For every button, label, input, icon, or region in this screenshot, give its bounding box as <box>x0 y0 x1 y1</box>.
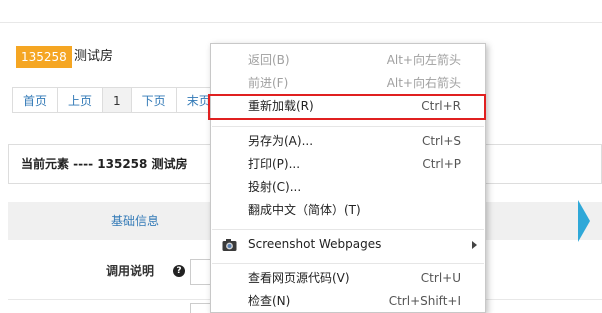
help-icon[interactable]: ? <box>173 265 185 277</box>
tab-arrow-indicator <box>578 200 590 242</box>
pager-first[interactable]: 首页 <box>12 87 59 113</box>
menu-item-cast[interactable]: 投射(C)... <box>211 176 485 199</box>
menu-item-shortcut: Ctrl+P <box>422 157 461 171</box>
menu-item-label: 另存为(A)... <box>248 134 314 148</box>
menu-item-forward[interactable]: 前进(F) Alt+向右箭头 <box>211 72 485 95</box>
pager-current[interactable]: 1 <box>102 87 132 113</box>
camera-icon <box>222 237 237 251</box>
menu-item-inspect[interactable]: 检查(N) Ctrl+Shift+I <box>211 290 485 313</box>
menu-item-screenshot-webpages[interactable]: Screenshot Webpages <box>211 233 485 256</box>
menu-item-label: 检查(N) <box>248 294 291 308</box>
menu-separator <box>212 126 484 127</box>
reload-highlight-box <box>208 94 486 120</box>
pager-next[interactable]: 下页 <box>130 87 177 113</box>
menu-item-back[interactable]: 返回(B) Alt+向左箭头 <box>211 49 485 72</box>
menu-item-translate[interactable]: 翻成中文（简体）(T) <box>211 199 485 222</box>
context-menu: 返回(B) Alt+向左箭头 前进(F) Alt+向右箭头 重新加载(R) Ct… <box>210 43 486 313</box>
menu-item-shortcut: Ctrl+Shift+I <box>388 294 461 308</box>
menu-item-shortcut: Alt+向右箭头 <box>386 76 461 90</box>
menu-item-label: Screenshot Webpages <box>248 237 382 251</box>
usage-label: 调用说明 <box>106 264 155 278</box>
menu-item-shortcut: Ctrl+S <box>421 134 461 148</box>
menu-item-label: 返回(B) <box>248 53 290 67</box>
chevron-right-icon <box>472 241 477 249</box>
menu-separator <box>212 229 484 230</box>
menu-item-label: 打印(P)... <box>248 157 301 171</box>
menu-separator <box>212 263 484 264</box>
menu-item-label: 翻成中文（简体）(T) <box>248 203 361 217</box>
menu-item-label: 前进(F) <box>248 76 289 90</box>
tab-basic-info[interactable]: 基础信息 <box>111 202 159 240</box>
menu-item-print[interactable]: 打印(P)... Ctrl+P <box>211 153 485 176</box>
pager-prev[interactable]: 上页 <box>57 87 104 113</box>
menu-item-label: 查看网页源代码(V) <box>248 271 350 285</box>
room-id-badge: 135258 <box>16 46 72 68</box>
menu-item-label: 投射(C)... <box>248 180 302 194</box>
menu-item-shortcut: Ctrl+U <box>420 271 461 285</box>
room-name: 测试房 <box>74 49 114 64</box>
pagination: 首页 上页 1 下页 末页 <box>12 87 222 113</box>
current-element-title: 当前元素 ---- 135258 测试房 <box>21 157 188 171</box>
menu-item-view-source[interactable]: 查看网页源代码(V) Ctrl+U <box>211 267 485 290</box>
menu-item-shortcut: Alt+向左箭头 <box>386 53 461 67</box>
menu-item-save-as[interactable]: 另存为(A)... Ctrl+S <box>211 130 485 153</box>
header-divider <box>0 22 602 23</box>
